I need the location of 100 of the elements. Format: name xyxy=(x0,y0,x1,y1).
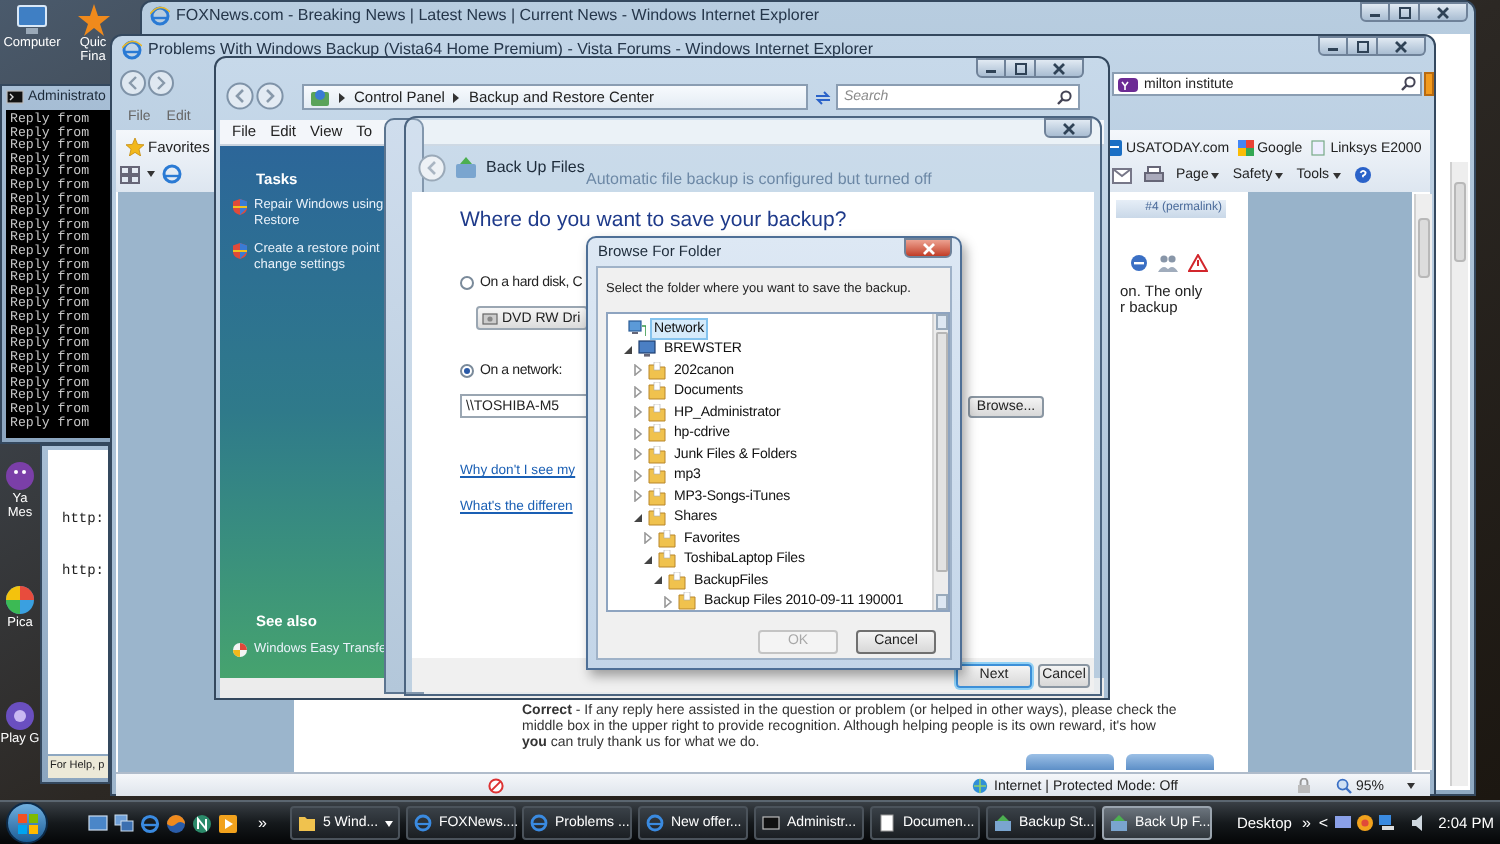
close-button[interactable] xyxy=(1420,2,1468,22)
close-button[interactable] xyxy=(1036,58,1084,78)
caret-icon xyxy=(1274,171,1285,179)
expand-arrow-icon[interactable] xyxy=(632,448,644,461)
help-icon[interactable] xyxy=(1353,166,1372,184)
expand-arrow-icon[interactable] xyxy=(632,385,644,398)
tab-grid-icon[interactable] xyxy=(120,165,140,183)
minus-circle-icon[interactable] xyxy=(1130,254,1148,272)
search-icon xyxy=(1056,89,1072,105)
folder-icon xyxy=(648,508,666,527)
browser-e-icon[interactable] xyxy=(140,813,160,833)
globe-icon[interactable] xyxy=(166,813,186,833)
radio-button[interactable] xyxy=(460,364,474,378)
pinwheel-icon xyxy=(4,584,36,616)
monitor-icon[interactable] xyxy=(88,813,108,833)
maximize-button[interactable] xyxy=(1006,58,1036,78)
more-button[interactable]: » xyxy=(1301,815,1311,831)
close-icon xyxy=(1061,121,1075,135)
search-icon xyxy=(1400,76,1416,92)
expand-arrow-icon[interactable] xyxy=(632,427,644,440)
scroll-bar[interactable] xyxy=(1450,162,1468,786)
star-icon xyxy=(77,4,109,36)
expand-arrow-icon[interactable] xyxy=(632,406,644,419)
scroll-thumb[interactable] xyxy=(1418,218,1430,278)
transfer-icon xyxy=(232,642,248,658)
expand-tray-button[interactable]: < xyxy=(1318,815,1329,831)
refresh-icon[interactable] xyxy=(814,90,832,106)
forward-button[interactable] xyxy=(256,82,284,110)
scroll-thumb[interactable] xyxy=(936,332,948,572)
start-button[interactable] xyxy=(6,802,48,844)
folder-icon xyxy=(658,550,676,569)
folder-icon xyxy=(648,424,666,443)
more-button[interactable]: » xyxy=(258,815,267,831)
people-icon[interactable] xyxy=(1158,254,1178,272)
radio-button[interactable] xyxy=(460,276,474,290)
network-icon xyxy=(628,319,646,338)
close-button[interactable] xyxy=(1044,118,1092,138)
shield-icon xyxy=(232,198,248,216)
scroll-thumb[interactable] xyxy=(1454,182,1466,262)
media-icon[interactable] xyxy=(218,813,238,833)
maximize-icon xyxy=(1397,5,1411,19)
close-icon xyxy=(921,241,935,255)
browser-e-icon xyxy=(646,814,665,832)
smiley-icon xyxy=(4,460,36,492)
collapse-arrow-icon[interactable] xyxy=(632,511,644,524)
status-heading: Automatic file backup is configured but turned off xyxy=(586,172,932,188)
network-icon[interactable] xyxy=(1378,814,1397,832)
folder-icon xyxy=(648,445,666,464)
minimize-button[interactable] xyxy=(1318,36,1348,56)
caret-icon xyxy=(1210,171,1221,179)
collapse-arrow-icon[interactable] xyxy=(622,343,634,356)
browser-e-icon xyxy=(530,814,549,832)
forward-button[interactable] xyxy=(148,70,174,96)
wizard-heading: Where do you want to save your backup? xyxy=(460,210,847,231)
game-icon xyxy=(4,700,36,732)
window-stack-icon[interactable] xyxy=(114,813,134,833)
blocked-icon xyxy=(488,778,504,794)
search-provider-icon xyxy=(1118,77,1138,91)
document-icon xyxy=(878,814,897,832)
expand-arrow-icon[interactable] xyxy=(632,364,644,377)
expand-arrow-icon[interactable] xyxy=(632,490,644,503)
maximize-button[interactable] xyxy=(1390,2,1420,22)
magnifier-icon xyxy=(1336,778,1352,794)
printer-icon[interactable] xyxy=(1144,166,1164,184)
close-icon xyxy=(1052,61,1066,75)
collapse-arrow-icon[interactable] xyxy=(642,553,654,566)
folder-icon xyxy=(648,382,666,401)
circle-icon[interactable] xyxy=(1356,814,1375,832)
maximize-button[interactable] xyxy=(1348,36,1378,56)
backup-icon xyxy=(1110,814,1129,832)
back-button[interactable] xyxy=(120,70,146,96)
browser-e-icon xyxy=(150,6,170,26)
scroll-bar[interactable] xyxy=(1414,194,1432,770)
window-title: Problems With Windows Backup (Vista64 Home Premium) - Vista Forums - Windows Internet Explorer xyxy=(148,42,873,58)
back-button[interactable] xyxy=(226,82,254,110)
globe-icon xyxy=(972,778,988,794)
chevron-icon xyxy=(452,91,461,103)
mail-icon[interactable] xyxy=(1112,167,1132,183)
warning-icon[interactable] xyxy=(1188,254,1208,272)
collapse-arrow-icon[interactable] xyxy=(652,574,664,587)
caret-icon xyxy=(1406,782,1416,790)
minimize-button[interactable] xyxy=(1360,2,1390,22)
backup-icon xyxy=(454,156,478,180)
shield-icon xyxy=(232,242,248,260)
page-icon xyxy=(1310,140,1327,156)
scroll-bar[interactable] xyxy=(932,314,948,610)
expand-arrow-icon[interactable] xyxy=(662,595,674,608)
expand-arrow-icon[interactable] xyxy=(642,532,654,545)
monitor-icon[interactable] xyxy=(1334,814,1353,832)
lock-icon xyxy=(1296,778,1312,794)
close-button[interactable] xyxy=(1378,36,1426,56)
close-button[interactable] xyxy=(904,238,952,258)
chevron-icon xyxy=(338,91,346,103)
console-icon xyxy=(762,814,781,832)
minimize-button[interactable] xyxy=(976,58,1006,78)
browser-e-icon[interactable] xyxy=(162,164,182,184)
letter-n-icon[interactable] xyxy=(192,813,212,833)
computer-icon xyxy=(16,4,48,36)
expand-arrow-icon[interactable] xyxy=(632,469,644,482)
computer-icon xyxy=(638,340,656,359)
